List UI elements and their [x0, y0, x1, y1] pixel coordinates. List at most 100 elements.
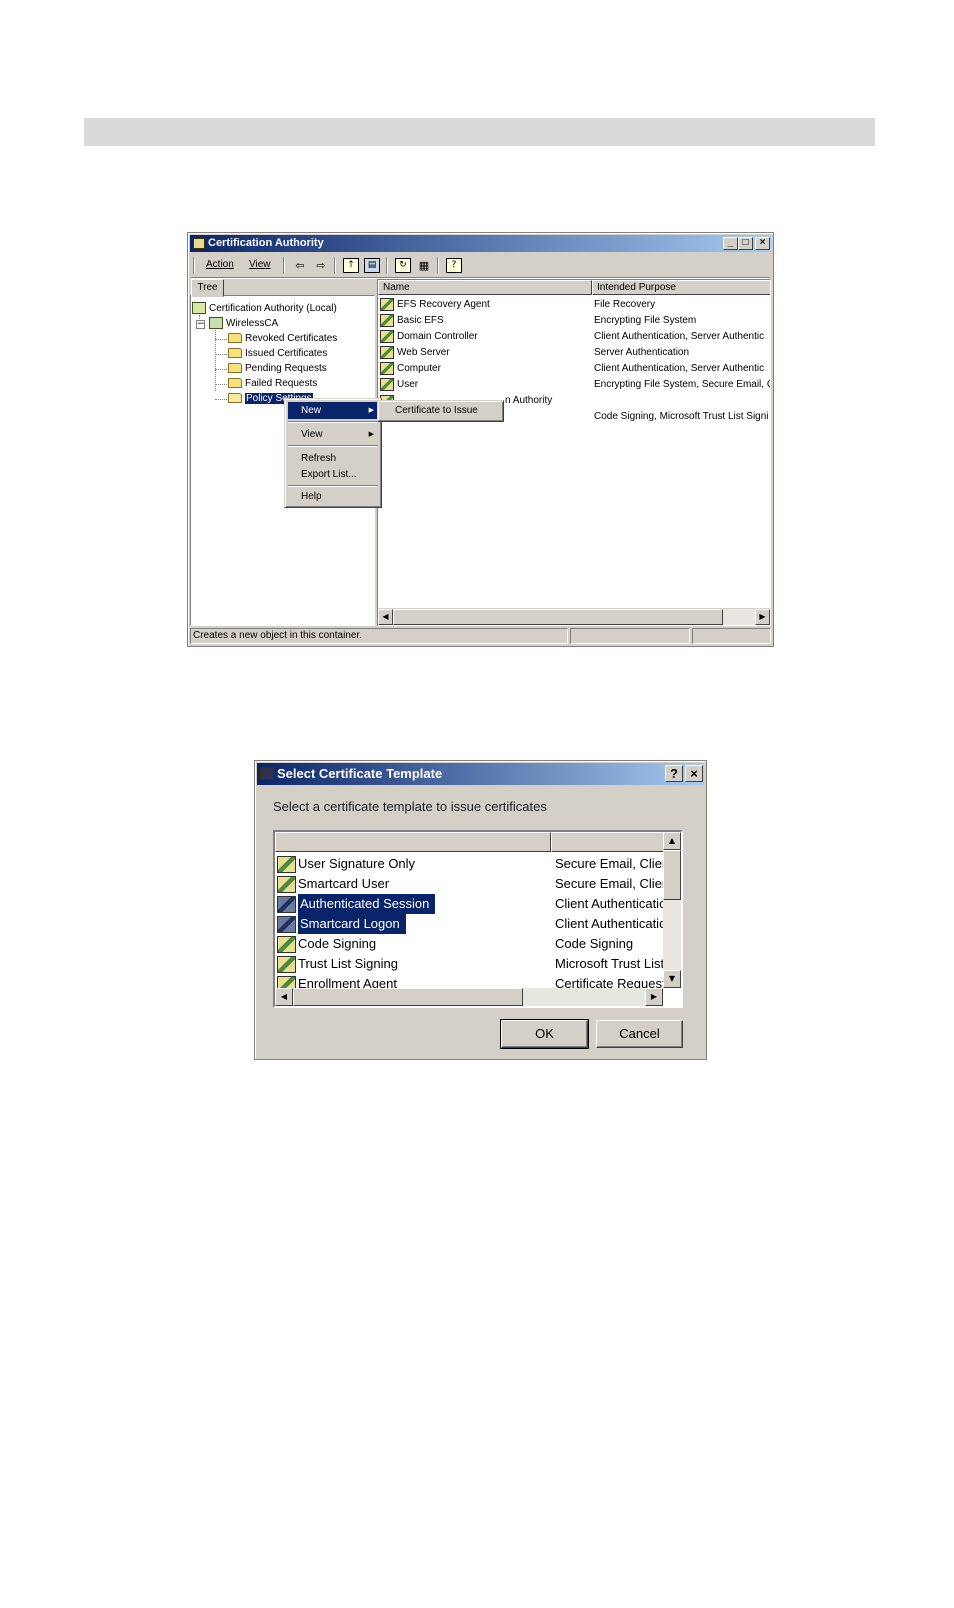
column-header-intended-purpose[interactable]: Intended Purpose [592, 280, 770, 295]
list-item[interactable]: Web Server [380, 345, 450, 361]
close-button[interactable]: × [755, 237, 770, 250]
toolbar-separator [283, 257, 285, 274]
menu-item-help[interactable]: Help [288, 488, 378, 505]
scroll-down-icon[interactable]: ▼ [663, 970, 681, 988]
forward-arrow-icon[interactable]: ⇨ [313, 258, 329, 273]
list-item[interactable]: Smartcard User [277, 874, 389, 894]
list-item[interactable]: User Signature Only [277, 854, 415, 874]
list-item-purpose: Encrypting File System, Secure Email, C [594, 379, 771, 390]
horizontal-scrollbar[interactable]: ◀ ▶ [378, 608, 770, 625]
scroll-left-icon[interactable]: ◀ [275, 988, 293, 1006]
status-text: Creates a new object in this container. [190, 628, 568, 644]
list-item[interactable]: Computer [380, 361, 441, 377]
scroll-thumb[interactable] [293, 988, 523, 1006]
collapse-icon[interactable]: − [196, 320, 205, 329]
tree-item-failed-requests[interactable]: Failed Requests [228, 377, 317, 391]
ok-button[interactable]: OK [500, 1019, 589, 1049]
status-panel [692, 628, 771, 644]
certification-authority-icon [192, 302, 206, 315]
horizontal-scrollbar[interactable]: ◀ ▶ [275, 988, 663, 1006]
list-item-purpose: Client Authenticatic [555, 916, 663, 931]
tree-item-pending-requests[interactable]: Pending Requests [228, 362, 327, 376]
new-submenu: Certificate to Issue [377, 400, 504, 422]
scroll-right-icon[interactable]: ▶ [755, 609, 770, 625]
open-folder-icon [228, 393, 242, 404]
refresh-icon[interactable]: ↻ [395, 258, 411, 273]
select-certificate-template-dialog: Select Certificate Template ? × Select a… [254, 760, 707, 1060]
maximize-button[interactable]: □ [738, 237, 753, 250]
template-list: User Signature Only Secure Email, Clien … [273, 830, 683, 1008]
list-item[interactable]: Domain Controller [380, 329, 478, 345]
toolbar-separator [334, 257, 336, 274]
list-item-purpose: File Recovery [594, 299, 656, 310]
list-item-purpose: Server Authentication [594, 347, 690, 358]
menu-item-new[interactable]: New ▶ [288, 402, 378, 419]
view-menu[interactable]: View [249, 259, 271, 270]
toolbar: Action View ⇦ ⇨ ↑ ▤ ↻ ▦ ? [191, 255, 770, 278]
list-item-purpose: Client Authenticatic [555, 896, 663, 911]
up-folder-icon[interactable]: ↑ [343, 258, 359, 273]
menu-separator [288, 421, 378, 423]
action-menu[interactable]: Action [206, 259, 234, 270]
menu-item-certificate-to-issue[interactable]: Certificate to Issue [381, 402, 500, 419]
export-list-icon[interactable]: ▦ [416, 258, 432, 273]
tree-root[interactable]: Certification Authority (Local) [192, 302, 337, 316]
scroll-thumb[interactable] [663, 850, 681, 900]
folder-icon [228, 363, 242, 374]
dialog-prompt: Select a certificate template to issue c… [273, 799, 547, 814]
scroll-up-icon[interactable]: ▲ [663, 832, 681, 850]
column-header-purpose[interactable] [551, 832, 665, 852]
certificate-template-icon [277, 896, 296, 914]
certificate-template-icon [380, 297, 394, 311]
list-item[interactable]: User [380, 377, 418, 393]
list-item-purpose: Secure Email, Clien [555, 876, 663, 891]
help-icon[interactable]: ? [446, 258, 462, 273]
window-title: Certification Authority [208, 237, 324, 249]
vertical-scrollbar[interactable]: ▲ ▼ [663, 832, 681, 988]
certificate-template-icon [380, 361, 394, 375]
tree-item-issued-certificates[interactable]: Issued Certificates [228, 347, 327, 361]
certificate-template-icon [277, 956, 296, 974]
list-item-purpose: Code Signing [555, 936, 634, 951]
close-button[interactable]: × [685, 765, 703, 782]
cancel-button[interactable]: Cancel [596, 1020, 683, 1048]
list-item[interactable]: Code Signing [277, 934, 376, 954]
help-button[interactable]: ? [665, 765, 683, 782]
column-header-name[interactable]: Name [378, 280, 592, 295]
submenu-arrow-icon: ▶ [368, 407, 374, 414]
dialog-title: Select Certificate Template [277, 766, 443, 781]
menu-item-export-list[interactable]: Export List... [288, 466, 378, 483]
menu-separator [288, 445, 378, 447]
menu-item-refresh[interactable]: Refresh [288, 450, 378, 467]
list-item-selected[interactable]: Smartcard Logon [277, 914, 406, 934]
certification-authority-icon [193, 238, 205, 249]
menu-item-view[interactable]: View ▶ [288, 426, 378, 443]
ca-server-icon [209, 317, 223, 330]
list-item-purpose: Encrypting File System [594, 315, 697, 326]
title-bar[interactable]: Certification Authority _ □ × [190, 235, 771, 252]
back-arrow-icon[interactable]: ⇦ [292, 258, 308, 273]
certificate-template-icon [277, 916, 296, 934]
certificate-template-icon [277, 876, 296, 894]
list-item[interactable]: Basic EFS [380, 313, 444, 329]
scroll-thumb[interactable] [393, 609, 723, 625]
dialog-title-bar[interactable]: Select Certificate Template ? × [257, 763, 704, 785]
scroll-right-icon[interactable]: ▶ [645, 988, 663, 1006]
scroll-left-icon[interactable]: ◀ [378, 609, 393, 625]
column-header-name[interactable] [275, 832, 551, 852]
minimize-button[interactable]: _ [723, 237, 738, 250]
certificate-template-icon [380, 313, 394, 327]
list-item[interactable]: EFS Recovery Agent [380, 297, 490, 313]
tree-item-revoked-certificates[interactable]: Revoked Certificates [228, 332, 337, 346]
tree-item-wirelessca[interactable]: WirelessCA [209, 317, 278, 331]
list-item-partial[interactable]: n Authority [505, 393, 552, 409]
list-item-selected[interactable]: Authenticated Session [277, 894, 436, 914]
toolbar-separator [386, 257, 388, 274]
menu-separator [288, 485, 378, 487]
show-tree-icon[interactable]: ▤ [364, 258, 380, 273]
list-item[interactable]: Trust List Signing [277, 954, 398, 974]
tab-tree[interactable]: Tree [191, 279, 224, 297]
status-panel [570, 628, 690, 644]
certification-authority-window: Certification Authority _ □ × Action Vie… [187, 232, 774, 647]
certificate-template-icon [380, 329, 394, 343]
